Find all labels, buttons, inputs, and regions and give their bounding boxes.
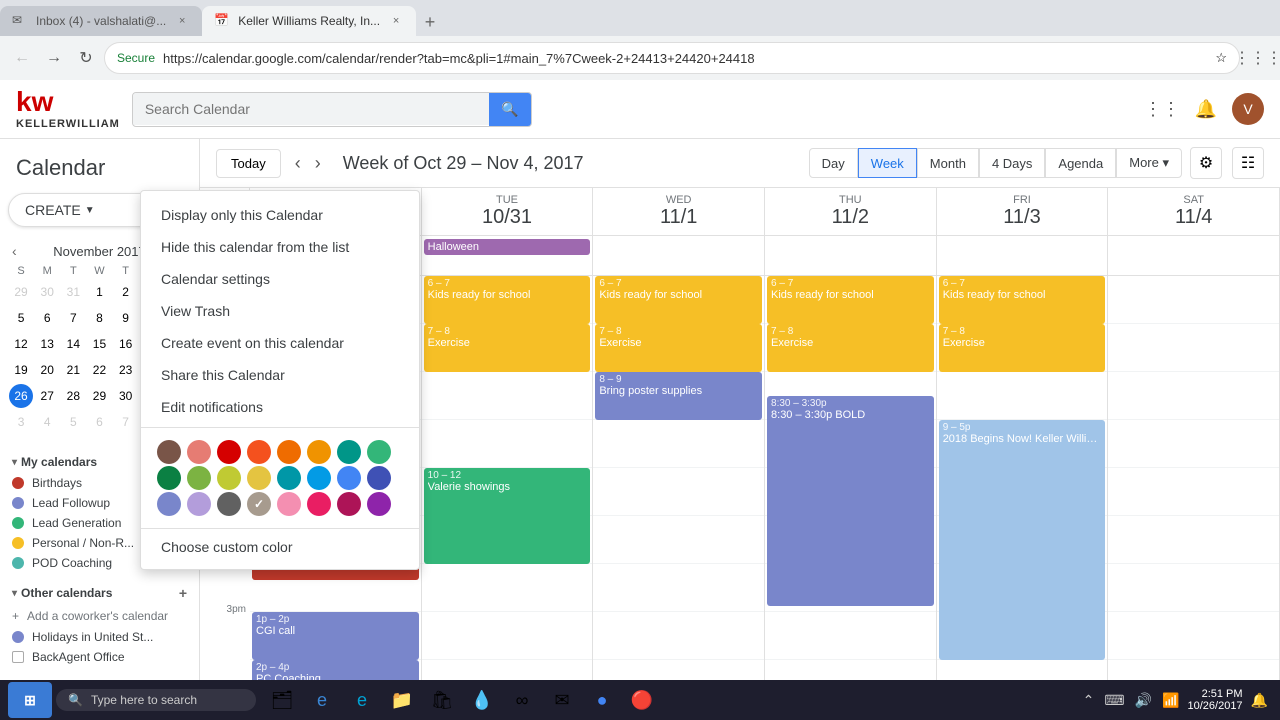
chrome-icon[interactable]: ● — [584, 682, 620, 718]
color-swatch[interactable] — [157, 466, 181, 490]
context-menu-items: Display only this CalendarHide this cale… — [141, 199, 419, 423]
context-menu-item[interactable]: Edit notifications — [141, 391, 419, 423]
secure-label: Secure — [117, 51, 155, 65]
notifications-taskbar-icon[interactable]: 🔔 — [1247, 690, 1272, 711]
back-button[interactable]: ← — [8, 44, 36, 72]
clock-date: 10/26/2017 — [1188, 700, 1243, 712]
up-arrow-icon[interactable]: ⌃ — [1079, 690, 1099, 711]
task-view-icon[interactable]: 🗂 — [264, 682, 300, 718]
edge-icon[interactable]: e — [304, 682, 340, 718]
color-swatch[interactable] — [277, 492, 301, 516]
context-menu-overlay[interactable]: Display only this CalendarHide this cale… — [0, 80, 1280, 720]
keyboard-icon[interactable]: ⌨ — [1100, 690, 1128, 711]
color-swatch[interactable] — [187, 466, 211, 490]
start-button[interactable]: ⊞ — [8, 682, 52, 718]
clock-time: 2:51 PM — [1188, 688, 1243, 700]
tab-calendar[interactable]: 📅 Keller Williams Realty, In... × — [202, 6, 416, 36]
gmail-favicon: ✉ — [12, 13, 28, 29]
context-menu-item[interactable]: Display only this Calendar — [141, 199, 419, 231]
bookmark-icon[interactable]: ☆ — [1215, 50, 1227, 66]
address-bar[interactable]: Secure https://calendar.google.com/calen… — [104, 42, 1240, 74]
ie-icon[interactable]: e — [344, 682, 380, 718]
store-icon[interactable]: 🛍 — [424, 682, 460, 718]
context-menu-item[interactable]: Calendar settings — [141, 263, 419, 295]
mail-icon[interactable]: ✉ — [544, 682, 580, 718]
color-swatch[interactable] — [187, 440, 211, 464]
color-swatch[interactable] — [367, 492, 391, 516]
browser-chrome: ✉ Inbox (4) - valshalati@... × 📅 Keller … — [0, 0, 1280, 80]
color-swatch[interactable] — [277, 466, 301, 490]
unknown-icon-1[interactable]: 💧 — [464, 682, 500, 718]
browser-nav-icons: ⋮⋮⋮ — [1244, 44, 1272, 72]
explorer-icon[interactable]: 📁 — [384, 682, 420, 718]
taskbar: ⊞ 🔍 Type here to search 🗂 e e 📁 🛍 💧 ∞ ✉ … — [0, 680, 1280, 720]
custom-color-button[interactable]: Choose custom color — [141, 533, 419, 561]
taskbar-app-icons: 🗂 e e 📁 🛍 💧 ∞ ✉ ● 🔴 — [264, 682, 660, 718]
taskbar-right: ⌃ ⌨ 🔊 📶 2:51 PM 10/26/2017 🔔 — [1079, 688, 1272, 712]
new-tab-button[interactable]: + — [416, 8, 444, 36]
context-menu-item[interactable]: Share this Calendar — [141, 359, 419, 391]
taskbar-search-label: Type here to search — [91, 693, 197, 707]
color-swatch[interactable] — [307, 492, 331, 516]
forward-button[interactable]: → — [40, 44, 68, 72]
color-swatch[interactable] — [337, 492, 361, 516]
color-swatch[interactable] — [187, 492, 211, 516]
color-swatch[interactable] — [157, 440, 181, 464]
color-swatch[interactable] — [157, 492, 181, 516]
color-swatch[interactable] — [217, 492, 241, 516]
color-swatch[interactable] — [217, 466, 241, 490]
refresh-button[interactable]: ↻ — [72, 44, 100, 72]
taskbar-search[interactable]: 🔍 Type here to search — [56, 689, 256, 711]
color-swatch[interactable] — [217, 440, 241, 464]
tab-gmail[interactable]: ✉ Inbox (4) - valshalati@... × — [0, 6, 202, 36]
context-menu-divider — [141, 427, 419, 428]
unknown-icon-2[interactable]: 🔴 — [624, 682, 660, 718]
tab-bar: ✉ Inbox (4) - valshalati@... × 📅 Keller … — [0, 0, 1280, 36]
color-swatch[interactable] — [277, 440, 301, 464]
color-grid: ✓ — [141, 432, 419, 524]
color-swatch[interactable] — [367, 466, 391, 490]
color-swatch[interactable] — [307, 466, 331, 490]
infinity-icon[interactable]: ∞ — [504, 682, 540, 718]
context-menu-item[interactable]: Create event on this calendar — [141, 327, 419, 359]
color-swatch[interactable] — [247, 466, 271, 490]
taskbar-clock: 2:51 PM 10/26/2017 — [1188, 688, 1243, 712]
context-menu-item[interactable]: View Trash — [141, 295, 419, 327]
context-menu: Display only this CalendarHide this cale… — [140, 190, 420, 570]
color-swatch[interactable]: ✓ — [247, 492, 271, 516]
context-menu-item[interactable]: Hide this calendar from the list — [141, 231, 419, 263]
taskbar-sys-icons: ⌃ ⌨ 🔊 📶 — [1079, 690, 1184, 711]
context-menu-divider-2 — [141, 528, 419, 529]
calendar-tab-close[interactable]: × — [388, 13, 404, 29]
color-swatch[interactable] — [247, 440, 271, 464]
calendar-tab-title: Keller Williams Realty, In... — [238, 14, 380, 28]
network-icon[interactable]: 📶 — [1158, 690, 1183, 711]
calendar-favicon: 📅 — [214, 13, 230, 29]
extensions-icon[interactable]: ⋮⋮⋮ — [1244, 44, 1272, 72]
search-icon: 🔍 — [68, 693, 83, 707]
color-swatch[interactable] — [307, 440, 331, 464]
url-text: https://calendar.google.com/calendar/ren… — [163, 51, 1207, 66]
color-swatch[interactable] — [367, 440, 391, 464]
gmail-tab-close[interactable]: × — [174, 13, 190, 29]
color-swatch[interactable] — [337, 466, 361, 490]
nav-bar: ← → ↻ Secure https://calendar.google.com… — [0, 36, 1280, 80]
speaker-icon[interactable]: 🔊 — [1131, 690, 1156, 711]
color-swatch[interactable] — [337, 440, 361, 464]
gmail-tab-title: Inbox (4) - valshalati@... — [36, 14, 166, 28]
